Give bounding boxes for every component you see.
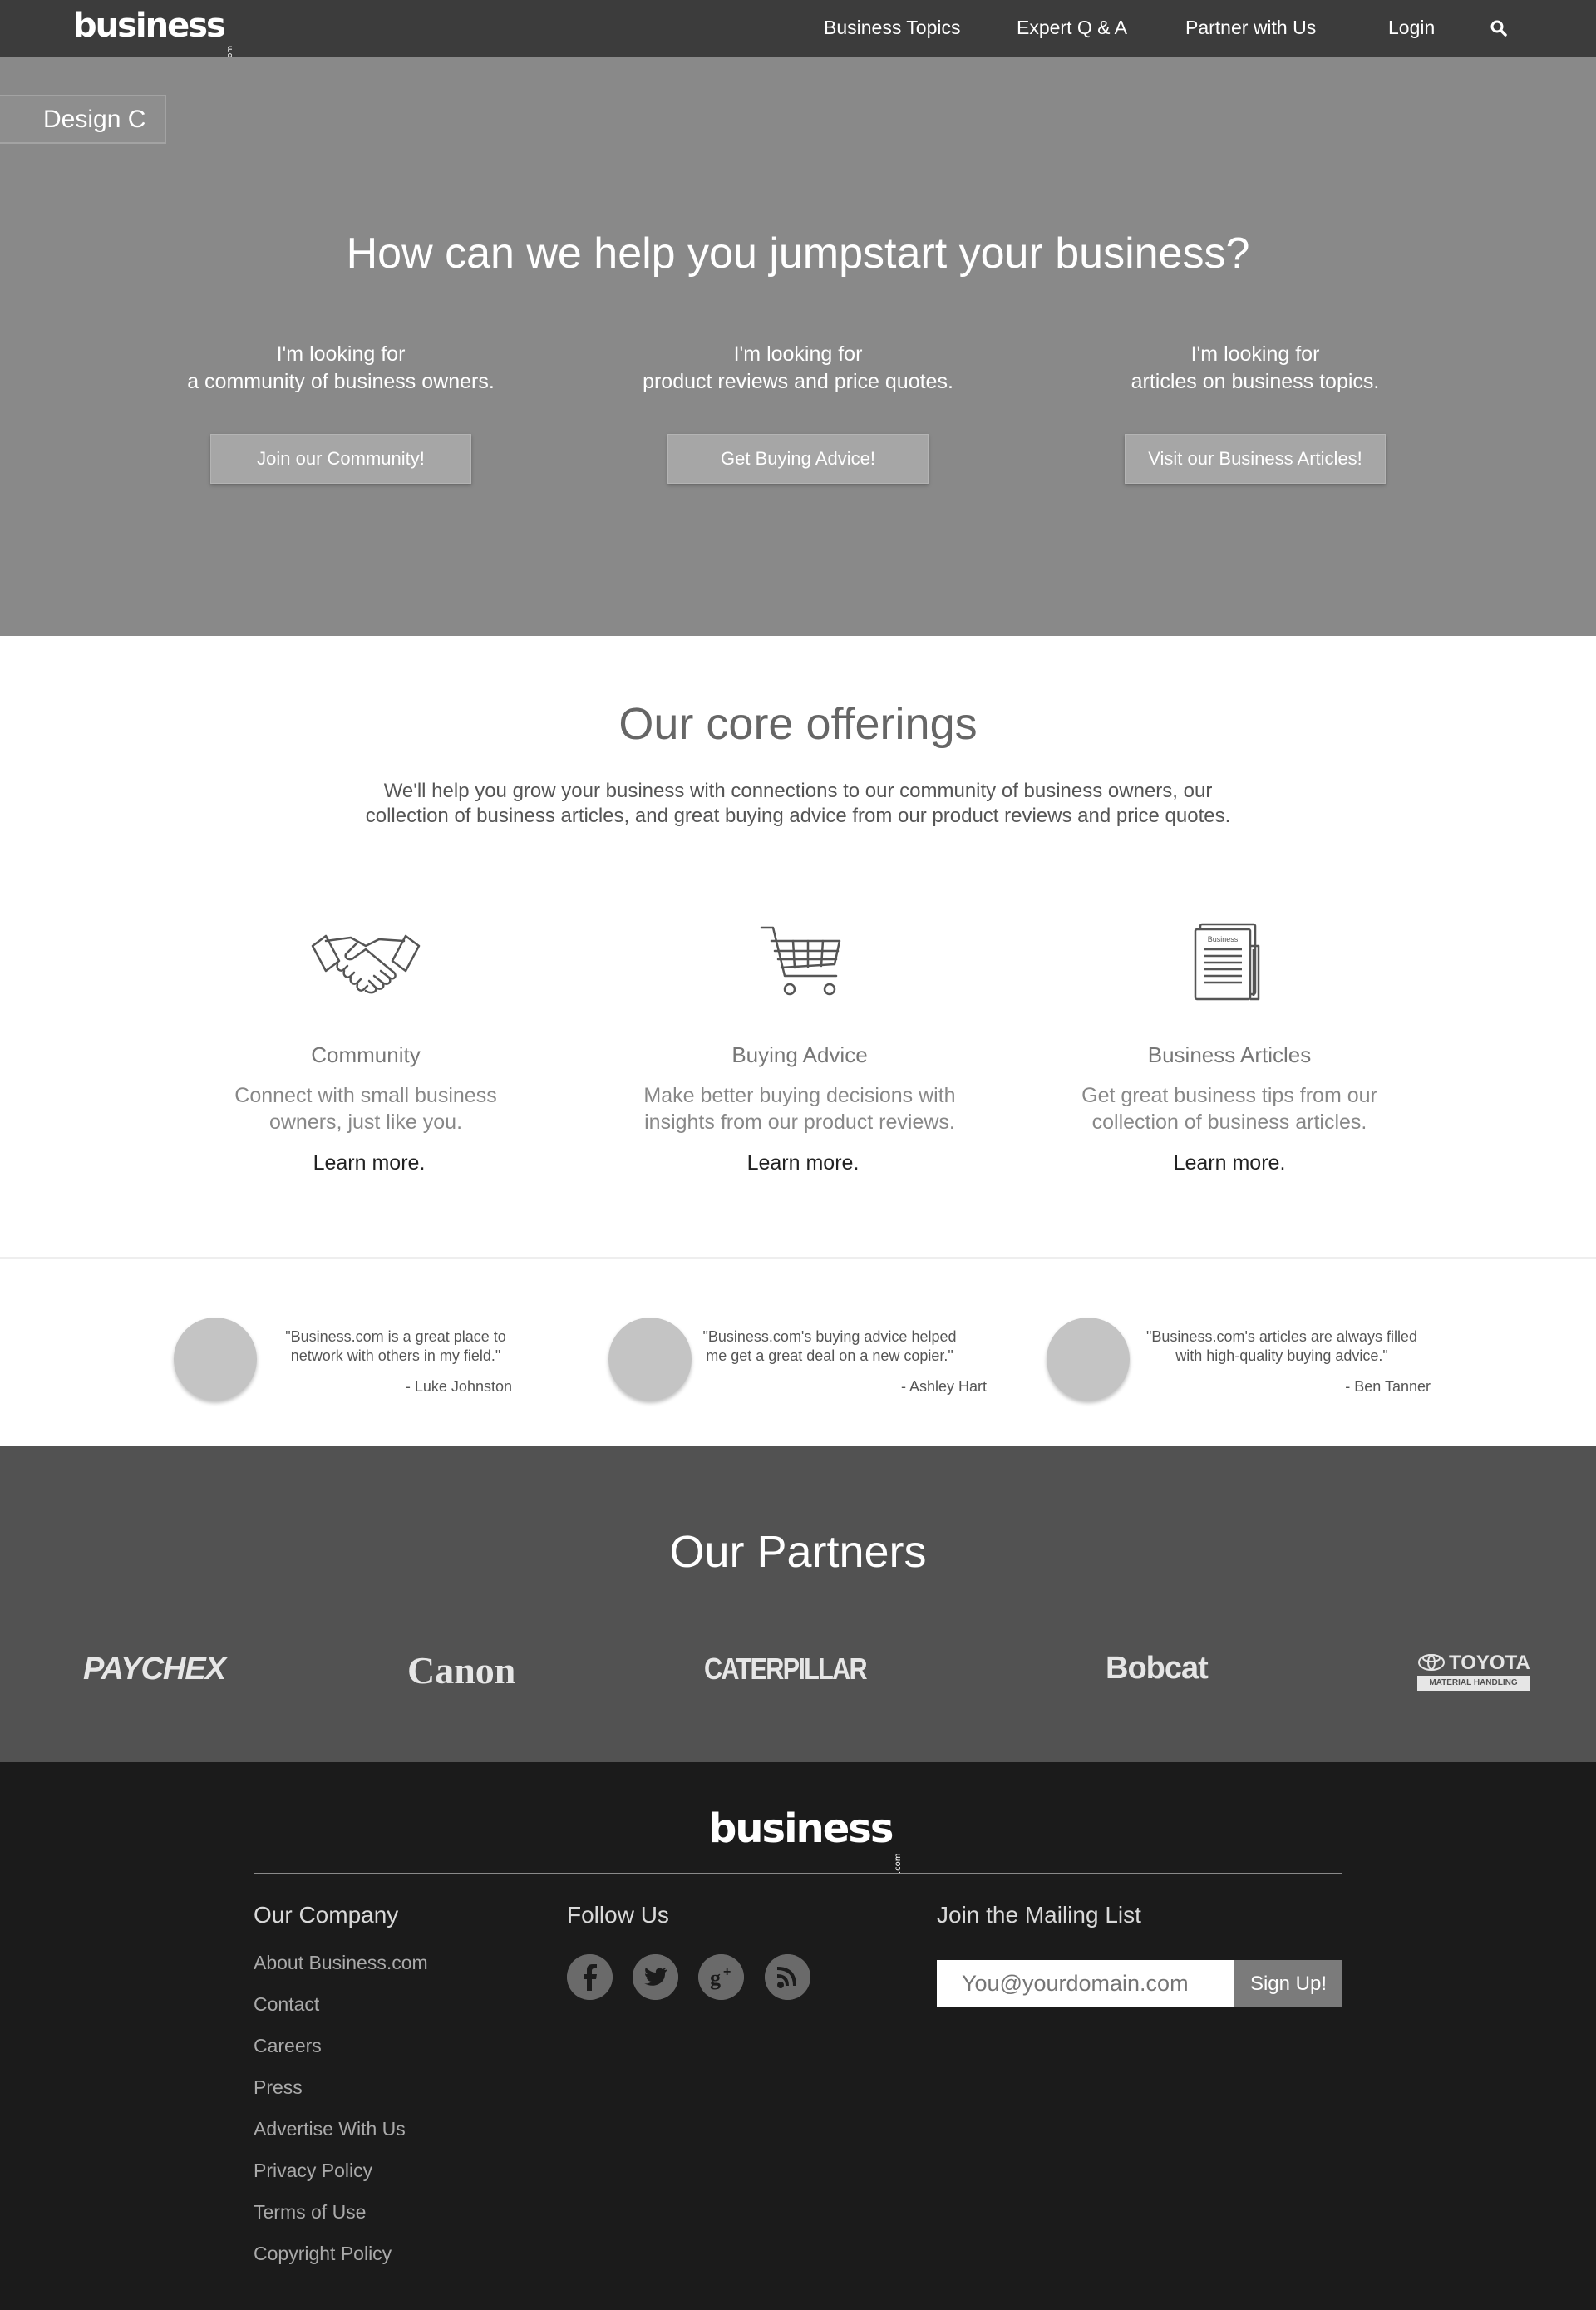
- canon-logo: Canon: [407, 1649, 516, 1692]
- footer-company-heading: Our Company: [254, 1902, 399, 1928]
- offering-text-line: collection of business articles.: [1091, 1111, 1367, 1134]
- offering-text-line: insights from our product reviews.: [644, 1111, 955, 1134]
- offering-title-community: Community: [311, 1042, 421, 1067]
- offerings-subtitle: We'll help you grow your business with c…: [299, 779, 1297, 829]
- hero-option-buying: I'm looking for product reviews and pric…: [582, 341, 1014, 396]
- footer-link-press[interactable]: Press: [254, 2076, 303, 2099]
- offering-text-line: Connect with small business: [234, 1084, 497, 1107]
- hero-option-line1: I'm looking for: [733, 342, 863, 366]
- handshake-icon: [311, 934, 421, 994]
- footer-link-terms[interactable]: Terms of Use: [254, 2201, 366, 2224]
- footer-link-copyright[interactable]: Copyright Policy: [254, 2243, 392, 2265]
- hero-option-community: I'm looking for a community of business …: [125, 341, 557, 396]
- hero-option-line1: I'm looking for: [276, 342, 406, 366]
- hero-option-line1: I'm looking for: [1190, 342, 1320, 366]
- newspaper-icon: Business: [1194, 923, 1260, 1001]
- newspaper-icon-label: Business: [1208, 935, 1239, 943]
- get-buying-advice-button[interactable]: Get Buying Advice!: [667, 434, 929, 484]
- nav-login[interactable]: Login: [1388, 17, 1435, 39]
- svg-text:+: +: [723, 1965, 731, 1979]
- offering-title-buying: Buying Advice: [732, 1042, 868, 1067]
- testimonial-line: me get a great deal on a new copier.": [706, 1347, 953, 1364]
- testimonial-line: "Business.com's articles are always fill…: [1146, 1328, 1417, 1345]
- offering-text-line: Get great business tips from our: [1081, 1084, 1377, 1107]
- offering-title-articles: Business Articles: [1147, 1042, 1312, 1067]
- hero-title: How can we help you jumpstart your busin…: [346, 229, 1250, 278]
- google-plus-icon[interactable]: g +: [698, 1954, 744, 2000]
- offering-text-line: owners, just like you.: [268, 1111, 463, 1134]
- partners-title: Our Partners: [669, 1527, 927, 1577]
- offering-text-line: Make better buying decisions with: [643, 1084, 956, 1107]
- top-navbar: business.com Business Topics Expert Q & …: [0, 0, 1596, 64]
- search-icon[interactable]: [1490, 19, 1508, 37]
- toyota-emblem-icon: [1418, 1654, 1445, 1671]
- nav-expert-qa[interactable]: Expert Q & A: [1017, 17, 1127, 39]
- toyota-logo-text: TOYOTA: [1449, 1652, 1530, 1674]
- offerings-subtitle-line2: collection of business articles, and gre…: [365, 805, 1231, 827]
- twitter-icon[interactable]: [633, 1954, 678, 2000]
- brand-logo[interactable]: business.com: [73, 7, 243, 64]
- svg-text:g: g: [710, 1966, 721, 1990]
- footer-follow-heading: Follow Us: [567, 1902, 669, 1928]
- mailing-email-input[interactable]: [937, 1960, 1234, 2007]
- join-community-button[interactable]: Join our Community!: [210, 434, 471, 484]
- testimonial-line: network with others in my field.": [290, 1347, 501, 1364]
- toyota-logo-subtext: MATERIAL HANDLING: [1417, 1676, 1530, 1691]
- testimonial-quote: "Business.com is a great place to networ…: [263, 1327, 529, 1366]
- hero-option-articles: I'm looking for articles on business top…: [1039, 341, 1471, 396]
- section-divider: [0, 1257, 1596, 1259]
- footer-brand-logo[interactable]: business.com: [708, 1805, 913, 1874]
- learn-more-community-link[interactable]: Learn more.: [161, 1151, 577, 1175]
- footer-link-privacy[interactable]: Privacy Policy: [254, 2160, 372, 2182]
- testimonial-quote: "Business.com's buying advice helped me …: [697, 1327, 963, 1366]
- offering-text-articles: Get great business tips from our collect…: [1022, 1082, 1437, 1135]
- offering-text-buying: Make better buying decisions with insigh…: [592, 1082, 1007, 1135]
- offerings-subtitle-line1: We'll help you grow your business with c…: [383, 780, 1213, 802]
- partners-section: Our Partners PAYCHEX Canon CATERPILLAR B…: [0, 1446, 1596, 1762]
- signup-button[interactable]: Sign Up!: [1234, 1960, 1342, 2007]
- testimonial-line: "Business.com is a great place to: [285, 1328, 506, 1345]
- hero-option-line2: a community of business owners.: [187, 370, 495, 393]
- nav-partner-with-us[interactable]: Partner with Us: [1185, 17, 1316, 39]
- avatar: [1047, 1318, 1130, 1401]
- paychex-logo: PAYCHEX: [83, 1652, 226, 1687]
- footer-link-about[interactable]: About Business.com: [254, 1952, 428, 1974]
- facebook-icon[interactable]: [567, 1954, 613, 2000]
- shopping-cart-icon: [760, 926, 841, 996]
- hero-option-line2: product reviews and price quotes.: [643, 370, 953, 393]
- testimonial-line: "Business.com's buying advice helped: [702, 1328, 957, 1345]
- footer-link-contact[interactable]: Contact: [254, 1993, 319, 2016]
- learn-more-buying-link[interactable]: Learn more.: [595, 1151, 1011, 1175]
- learn-more-articles-link[interactable]: Learn more.: [1022, 1151, 1437, 1175]
- footer: business.com Our Company About Business.…: [0, 1762, 1596, 2310]
- avatar: [608, 1318, 692, 1401]
- testimonial-author: - Ben Tanner: [1345, 1378, 1431, 1395]
- testimonial-author: - Ashley Hart: [900, 1378, 987, 1395]
- footer-mailing-heading: Join the Mailing List: [937, 1902, 1141, 1928]
- footer-link-advertise[interactable]: Advertise With Us: [254, 2118, 406, 2140]
- design-tag: Design C: [0, 95, 166, 144]
- bobcat-logo: Bobcat: [1106, 1651, 1209, 1686]
- footer-divider: [254, 1873, 1342, 1874]
- caterpillar-logo: CATERPILLAR: [704, 1652, 868, 1686]
- nav-business-topics[interactable]: Business Topics: [824, 17, 961, 39]
- testimonial-line: with high-quality buying advice.": [1175, 1347, 1388, 1364]
- offering-text-community: Connect with small business owners, just…: [158, 1082, 574, 1135]
- avatar: [174, 1318, 257, 1401]
- footer-link-careers[interactable]: Careers: [254, 2035, 322, 2057]
- testimonial-quote: "Business.com's articles are always fill…: [1136, 1327, 1427, 1366]
- offerings-title: Our core offerings: [618, 699, 978, 749]
- visit-articles-button[interactable]: Visit our Business Articles!: [1125, 434, 1386, 484]
- hero-option-line2: articles on business topics.: [1130, 370, 1380, 393]
- testimonial-author: - Luke Johnston: [405, 1378, 512, 1395]
- rss-icon[interactable]: [765, 1954, 810, 2000]
